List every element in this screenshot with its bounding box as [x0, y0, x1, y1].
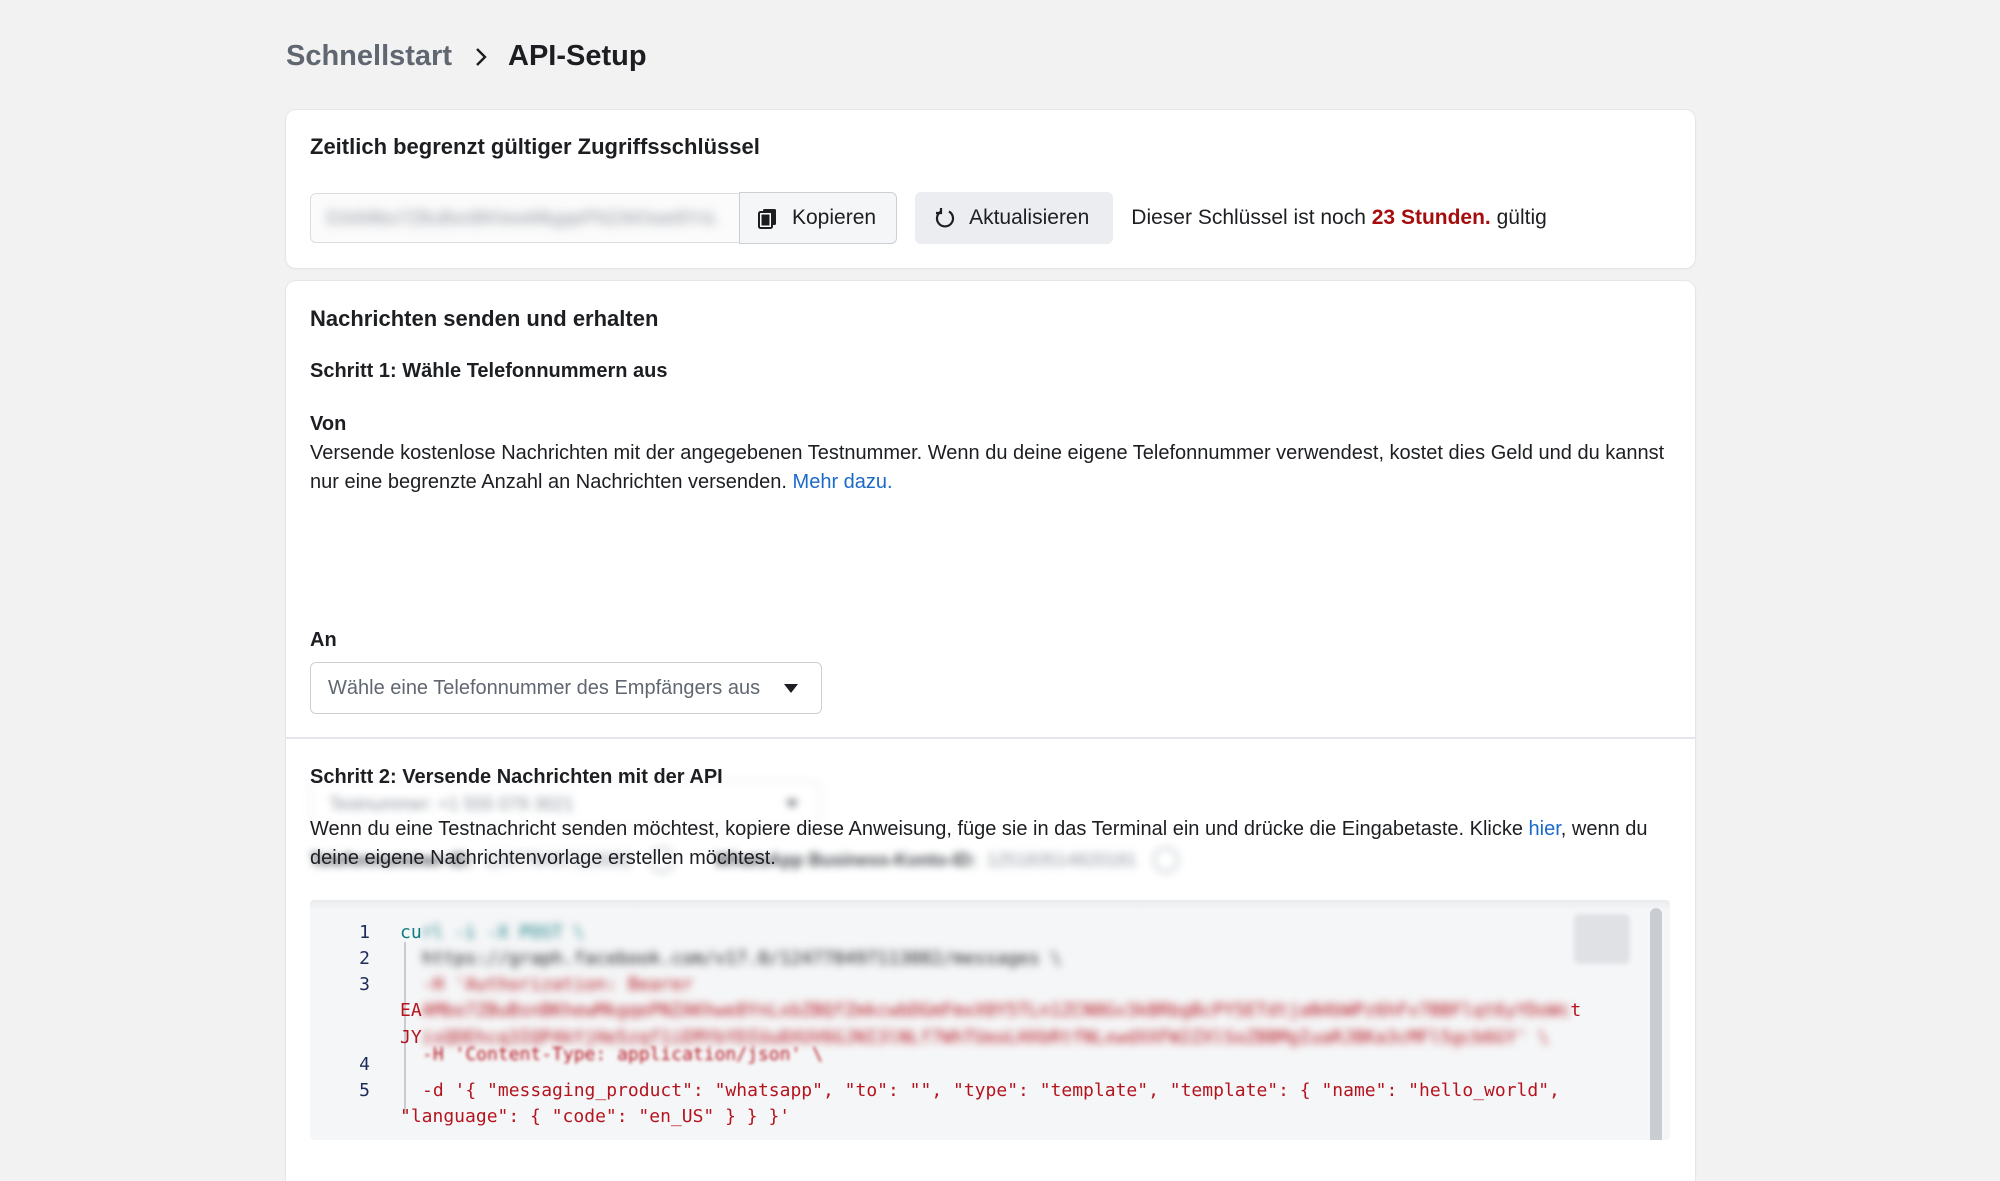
line-number: 5: [359, 1080, 370, 1101]
access-token-card: Zeitlich begrenzt gültiger Zugriffsschlü…: [286, 110, 1695, 268]
code-line-4: -H 'Content-Type: application/json' \: [422, 1044, 823, 1065]
from-description: Versende kostenlose Nachrichten mit der …: [310, 442, 1665, 493]
copy-icon: [758, 209, 776, 229]
page-title: API-Setup: [508, 40, 647, 72]
caret-down-icon: [784, 684, 798, 693]
code-block-top-edge: [310, 900, 1670, 910]
code-line-5: -d '{ "messaging_product": "whatsapp", "…: [422, 1080, 1560, 1101]
to-label: An: [310, 629, 337, 651]
from-label: Von: [310, 413, 347, 435]
create-template-link[interactable]: hier: [1529, 818, 1561, 840]
step2-description: Wenn du eine Testnachricht senden möchte…: [310, 818, 1648, 869]
section-divider: [286, 737, 1695, 739]
token-validity-hours: 23 Stunden.: [1371, 206, 1491, 229]
line-number: 2: [359, 948, 370, 969]
chevron-right-icon: [476, 47, 487, 66]
code-block[interactable]: 1 curl -i -X POST \ 2 https://graph.face…: [310, 900, 1670, 1140]
code-scrollbar[interactable]: [1650, 908, 1662, 1140]
code-line-3b: EAAMbo7ZBuBsnBKhewMkgqePNZAKhwe8YnLxbZBQ…: [400, 1000, 1582, 1021]
breadcrumb-schnellstart[interactable]: Schnellstart: [286, 40, 452, 73]
breadcrumb: Schnellstart API-Setup: [286, 40, 647, 73]
step1-title: Schritt 1: Wähle Telefonnummern aus: [310, 360, 668, 382]
line-number: 1: [359, 922, 370, 943]
token-validity-text: Dieser Schlüssel ist noch 23 Stunden. gü…: [1131, 206, 1547, 229]
refresh-button[interactable]: Aktualisieren: [915, 192, 1114, 244]
recipient-select[interactable]: Wähle eine Telefonnummer des Empfängers …: [310, 662, 822, 714]
caret-down-icon: [786, 800, 798, 808]
refresh-icon: [936, 208, 955, 228]
code-line-3: -H 'Authorization: Bearer: [422, 974, 693, 995]
code-line-2: https://graph.facebook.com/v17.0/1247784…: [422, 948, 1062, 969]
code-line-6: "language": { "code": "en_US" } } }': [400, 1106, 791, 1127]
access-token-field[interactable]: EAAMbo7ZBuBsnBKhewMkgqePNZAKhwe8YnLxbZBQ: [310, 193, 740, 243]
refresh-button-label: Aktualisieren: [969, 206, 1090, 229]
line-number: 4: [359, 1054, 370, 1075]
code-line-1: curl -i -X POST \: [400, 922, 585, 943]
access-token-title: Zeitlich begrenzt gültiger Zugriffsschlü…: [310, 134, 760, 159]
step2-title: Schritt 2: Versende Nachrichten mit der …: [310, 766, 723, 788]
copy-button[interactable]: Kopieren: [739, 192, 898, 244]
copy-code-button[interactable]: [1574, 914, 1630, 964]
messages-title: Nachrichten senden und erhalten: [310, 306, 659, 331]
recipient-select-placeholder: Wähle eine Telefonnummer des Empfängers …: [328, 676, 761, 699]
access-token-value: EAAMbo7ZBuBsnBKhewMkgqePNZAKhwe8YnLxbZBQ: [327, 207, 717, 228]
more-info-link[interactable]: Mehr dazu.: [793, 471, 893, 493]
messages-card: Nachrichten senden und erhalten Schritt …: [286, 281, 1695, 1181]
line-number: 3: [359, 974, 370, 995]
copy-button-label: Kopieren: [792, 206, 877, 229]
